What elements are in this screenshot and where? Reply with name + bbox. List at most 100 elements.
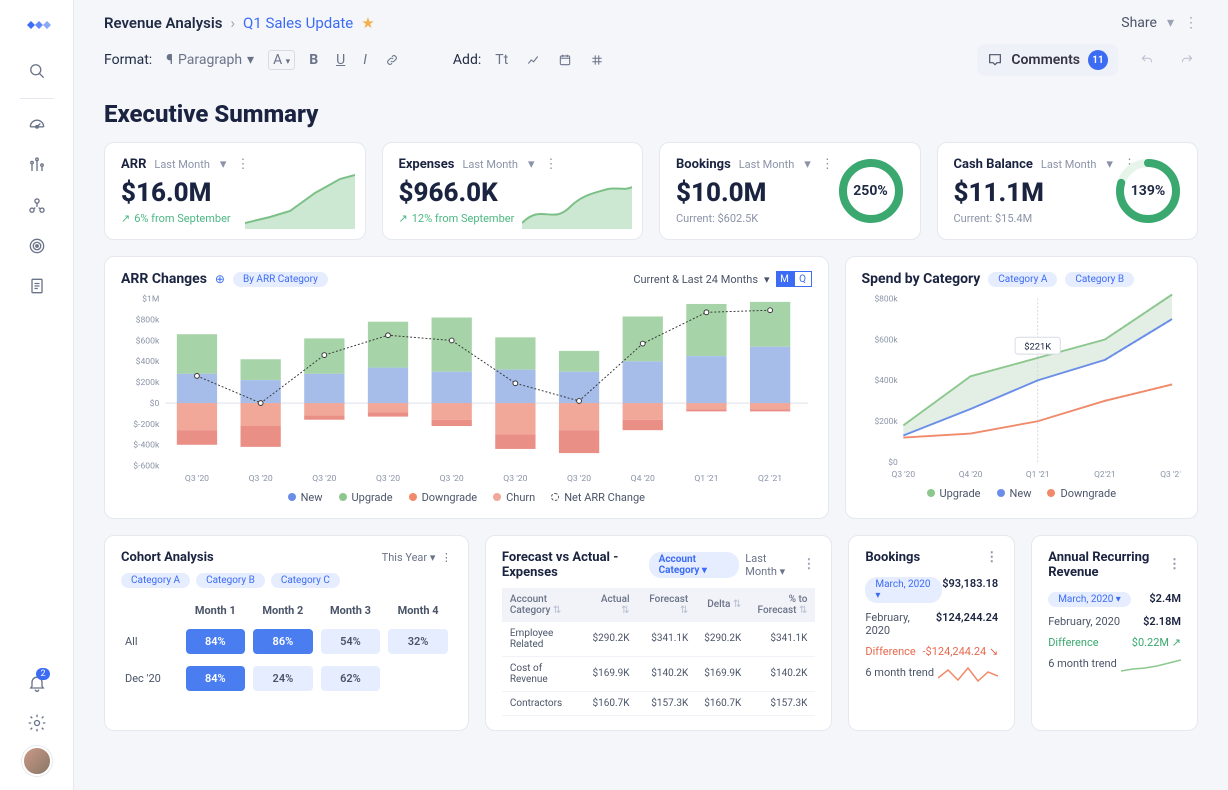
format-label: Format: <box>104 52 152 68</box>
kpi-period[interactable]: Last Month <box>739 158 795 171</box>
add-grid-button[interactable] <box>586 50 608 70</box>
search-icon[interactable] <box>20 54 54 88</box>
filter-pill[interactable]: Category C <box>271 573 340 588</box>
more-icon[interactable]: ⋮ <box>821 157 834 172</box>
bold-button[interactable]: B <box>305 50 322 70</box>
app-logo[interactable] <box>23 14 51 38</box>
star-icon[interactable]: ★ <box>361 14 374 32</box>
breadcrumb-leaf[interactable]: Q1 Sales Update <box>243 14 353 32</box>
link-button[interactable] <box>381 50 403 70</box>
svg-text:$-600k: $-600k <box>133 461 160 472</box>
period-dropdown[interactable]: Last Month ▾ <box>745 552 796 578</box>
paragraph-dropdown[interactable]: ¶ Paragraph ▾ <box>162 50 258 70</box>
month-pill[interactable]: March, 2020 ▾ <box>1048 592 1131 607</box>
more-icon[interactable]: ⋮ <box>236 157 249 172</box>
panel-title: ARR Changes <box>121 271 207 287</box>
kpi-name: Bookings <box>676 157 731 172</box>
chevron-down-icon[interactable]: ▾ <box>220 157 227 172</box>
filter-pill[interactable]: Category B <box>1065 272 1134 287</box>
chevron-right-icon: › <box>230 14 235 32</box>
metrics-icon[interactable] <box>20 149 54 183</box>
svg-text:$400k: $400k <box>874 375 898 386</box>
svg-text:Q2 '21: Q2 '21 <box>758 474 782 484</box>
filter-pill[interactable]: Category B <box>196 573 265 588</box>
redo-icon[interactable] <box>1176 50 1198 70</box>
stat-value: $93,183.18 <box>942 577 998 603</box>
panel-title: Cohort Analysis <box>121 550 214 565</box>
chevron-down-icon[interactable]: ▾ <box>1167 15 1174 31</box>
user-avatar[interactable] <box>22 746 52 776</box>
stat-label: 6 month trend <box>1048 657 1117 675</box>
stat-value: $124,244.24 <box>936 611 998 637</box>
panel-title: Spend by Category <box>862 271 981 287</box>
stat-label: Difference <box>865 645 915 658</box>
add-date-button[interactable] <box>554 50 576 70</box>
divider <box>20 98 54 99</box>
kpi-period[interactable]: Last Month <box>154 158 210 171</box>
svg-text:$-200k: $-200k <box>133 419 160 430</box>
stat-label: 6 month trend <box>865 666 934 684</box>
trend-sparkline <box>938 666 998 684</box>
svg-text:Q1 '21: Q1 '21 <box>1025 470 1049 480</box>
toggle-month[interactable]: M <box>776 271 794 287</box>
month-pill[interactable]: March, 2020 ▾ <box>865 577 942 603</box>
underline-button[interactable]: U <box>332 50 349 70</box>
more-icon[interactable]: ⋮ <box>985 550 998 565</box>
more-icon[interactable]: ⋮ <box>802 557 815 572</box>
more-icon[interactable]: ⋮ <box>545 157 558 172</box>
svg-text:$600k: $600k <box>136 335 160 346</box>
panel-title: Annual Recurring Revenue <box>1048 550 1162 580</box>
svg-text:$200k: $200k <box>874 416 898 427</box>
chevron-down-icon[interactable]: ▾ <box>528 157 535 172</box>
sparkline <box>245 173 355 229</box>
progress-ring: 250% <box>836 156 906 226</box>
svg-text:$800k: $800k <box>874 293 898 304</box>
filter-pill[interactable]: Account Category ▾ <box>649 552 740 578</box>
arr-changes-chart: $1M$800k$600k$400k$200k$0$-200k$-400k$-6… <box>121 293 812 485</box>
add-icon[interactable]: ⊕ <box>215 272 225 286</box>
add-chart-button[interactable] <box>522 50 544 70</box>
toggle-quarter[interactable]: Q <box>794 271 812 287</box>
target-icon[interactable] <box>20 229 54 263</box>
notifications-icon[interactable]: 2 <box>20 666 54 700</box>
chevron-down-icon[interactable]: ▾ <box>1106 157 1113 172</box>
chevron-down-icon[interactable]: ▾ <box>804 157 811 172</box>
range-dropdown[interactable]: This Year ▾ ⋮ <box>382 551 452 564</box>
bookings-mini-panel: Bookings⋮ March, 2020 ▾$93,183.18 Februa… <box>848 535 1015 731</box>
model-icon[interactable] <box>20 189 54 223</box>
add-text-button[interactable]: Tt <box>491 50 512 70</box>
filter-pill[interactable]: Category A <box>121 573 190 588</box>
svg-text:$1M: $1M <box>142 294 159 305</box>
chevron-down-icon[interactable]: ▾ <box>764 273 770 286</box>
legend-downgrade: Downgrade <box>1060 487 1116 500</box>
settings-icon[interactable] <box>20 706 54 740</box>
stat-value: -$124,244.24 ↘ <box>922 645 998 658</box>
comments-button[interactable]: Comments 11 <box>977 44 1118 76</box>
svg-text:Q4 '20: Q4 '20 <box>958 470 982 480</box>
filter-pill[interactable]: By ARR Category <box>233 272 328 287</box>
stat-label: Difference <box>1048 636 1098 649</box>
text-color-button[interactable]: A ▾ <box>268 50 295 70</box>
svg-text:$-400k: $-400k <box>133 440 160 451</box>
trend-sparkline <box>1121 657 1181 675</box>
kpi-period[interactable]: Last Month <box>1041 158 1097 171</box>
kpi-delta: 6% from September <box>134 212 230 225</box>
range-dropdown[interactable]: Current & Last 24 Months <box>633 273 758 286</box>
kpi-period[interactable]: Last Month <box>462 158 518 171</box>
kpi-expenses: Expenses Last Month ▾ ⋮ $966.0K ↗12% fro… <box>382 142 644 240</box>
more-icon[interactable]: ⋮ <box>1184 15 1198 31</box>
filter-pill[interactable]: Category A <box>988 272 1057 287</box>
undo-icon[interactable] <box>1136 50 1158 70</box>
dashboard-icon[interactable] <box>20 109 54 143</box>
svg-text:$200k: $200k <box>136 377 160 388</box>
document-icon[interactable] <box>20 269 54 303</box>
more-icon[interactable]: ⋮ <box>1168 557 1181 572</box>
svg-text:Q3 '20: Q3 '20 <box>440 474 464 484</box>
ring-value: 139% <box>1113 156 1183 226</box>
trend-up-icon: ↗ <box>121 212 130 225</box>
breadcrumb-root[interactable]: Revenue Analysis <box>104 14 222 32</box>
notification-badge: 2 <box>36 668 49 680</box>
share-button[interactable]: Share <box>1121 15 1157 31</box>
italic-button[interactable]: I <box>359 50 371 70</box>
cohort-table: Month 1Month 2Month 3Month 4All84%86%54%… <box>121 598 452 697</box>
